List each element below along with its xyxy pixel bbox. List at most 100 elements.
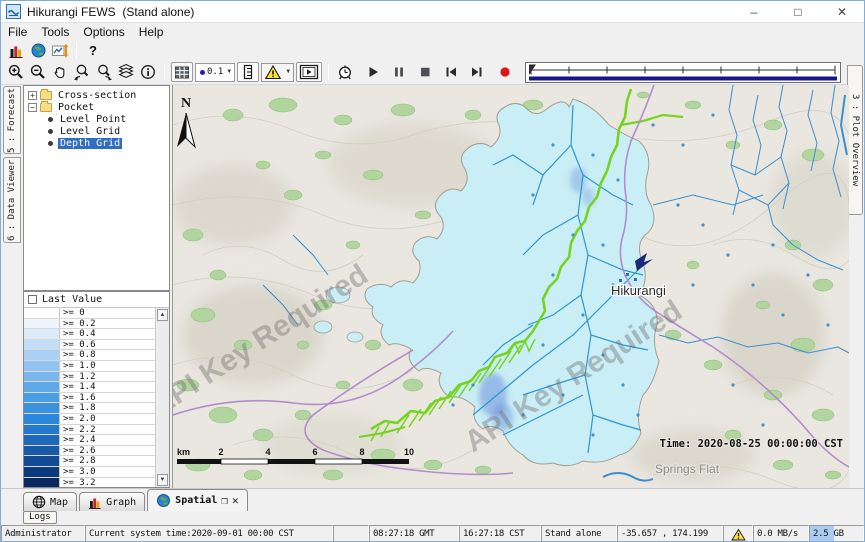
sidebar-tab-plot-overview[interactable]: 3 : Plot Overview (847, 65, 863, 215)
legend-swatch (24, 478, 60, 488)
legend-row[interactable]: >= 0 (24, 308, 156, 319)
legend-panel: Last Value >= 0 >= 0.2 (23, 291, 170, 488)
toolbar-separator (164, 64, 165, 80)
zoom-previous-button[interactable] (71, 62, 93, 82)
menu-item[interactable]: Tools (34, 24, 76, 40)
legend-scrollbar[interactable]: ▲ ▼ (155, 308, 169, 487)
svg-text:8: 8 (359, 447, 364, 457)
legend-row[interactable]: >= 0.4 (24, 329, 156, 340)
status-warning-cell[interactable] (723, 525, 753, 542)
minimize-button[interactable]: – (732, 1, 776, 22)
sidebar-tab-data-viewer[interactable]: 6 : Data Viewer (3, 157, 21, 243)
legend-row[interactable]: >= 1.0 (24, 361, 156, 372)
record-button[interactable] (494, 62, 516, 82)
legend-row-label: >= 3.2 (60, 478, 96, 488)
legend-swatch (24, 393, 60, 403)
legend-row[interactable]: >= 2.2 (24, 425, 156, 436)
map-container: API Key Required API Key Required Hikura… (172, 85, 848, 488)
grid-toggle-button[interactable] (171, 62, 193, 82)
legend-row[interactable]: >= 1.4 (24, 382, 156, 393)
legend-row[interactable]: >= 2.6 (24, 446, 156, 457)
legend-row[interactable]: >= 1.8 (24, 403, 156, 414)
legend-row-label: >= 2.8 (60, 456, 96, 466)
legend-row[interactable]: >= 2.4 (24, 435, 156, 446)
menu-item[interactable]: Help (132, 24, 171, 40)
thresholds-dropdown[interactable]: ▼ (261, 63, 294, 82)
legend-swatch (24, 435, 60, 445)
legend-row[interactable]: >= 2.0 (24, 414, 156, 425)
legend-row[interactable]: >= 3.0 (24, 467, 156, 478)
classbreak-dropdown[interactable]: 0.1 ▼ (195, 63, 235, 82)
zoom-in-button[interactable] (5, 62, 27, 82)
legend-row[interactable]: >= 2.8 (24, 456, 156, 467)
tab-spatial[interactable]: Spatial ❐ ✕ (147, 489, 247, 511)
expander-icon[interactable]: + (28, 91, 37, 100)
stop-icon (417, 64, 433, 80)
legend-swatch (24, 414, 60, 424)
legend-row[interactable]: >= 0.6 (24, 340, 156, 351)
scroll-up-icon[interactable]: ▲ (157, 309, 168, 321)
zoom-next-button[interactable] (93, 62, 115, 82)
logs-button[interactable]: Logs (23, 511, 57, 524)
scroll-down-icon[interactable]: ▼ (157, 474, 168, 486)
tree-row[interactable]: Level Point (24, 113, 169, 125)
tab-close-icon[interactable]: ✕ (232, 494, 239, 507)
zoom-out-button[interactable] (27, 62, 49, 82)
map-display-button[interactable] (27, 41, 49, 61)
clock-icon (336, 63, 354, 81)
chevron-down-icon: ▼ (285, 69, 291, 75)
timeseries-display-button[interactable] (49, 41, 71, 61)
legend-row[interactable]: >= 0.8 (24, 350, 156, 361)
layers-button[interactable] (115, 62, 137, 82)
legend-row-label: >= 1.4 (60, 382, 96, 392)
legend-row[interactable]: >= 1.2 (24, 372, 156, 383)
maximize-button[interactable]: □ (776, 1, 820, 22)
folder-icon (40, 91, 52, 100)
help-button[interactable]: ? (82, 41, 104, 61)
zoom-previous-icon (73, 63, 91, 81)
menu-item[interactable]: Options (76, 24, 131, 40)
play-button[interactable] (362, 62, 384, 82)
expander-icon[interactable]: − (28, 103, 37, 112)
tab-graph[interactable]: Graph (79, 492, 145, 511)
step-forward-button[interactable] (466, 62, 488, 82)
legend-row[interactable]: >= 1.6 (24, 393, 156, 404)
label-toggle-button[interactable] (237, 62, 259, 82)
svg-text:4: 4 (265, 447, 270, 457)
play-window-icon (299, 64, 319, 80)
info-button[interactable] (137, 62, 159, 82)
timeline-track (526, 63, 840, 82)
tab-maximize-icon[interactable]: ❐ (221, 494, 228, 507)
timeline-slider[interactable] (525, 62, 841, 83)
map-canvas[interactable]: API Key Required API Key Required Hikura… (173, 85, 849, 488)
stop-button[interactable] (414, 62, 436, 82)
tree-row[interactable]: + Cross-section (24, 89, 169, 101)
legend-row[interactable]: >= 3.2 (24, 478, 156, 488)
pan-button[interactable] (49, 62, 71, 82)
explorer-button[interactable] (5, 41, 27, 61)
titlebar: Hikurangi FEWS (Stand alone) – □ ✕ (1, 1, 864, 23)
time-control-button[interactable] (334, 62, 356, 82)
classbreak-value: 0.1 (207, 67, 223, 77)
last-value-checkbox[interactable] (28, 295, 37, 304)
close-button[interactable]: ✕ (820, 1, 864, 22)
legend-row-label: >= 2.0 (60, 414, 96, 424)
legend-swatch (24, 319, 60, 329)
tree-row[interactable]: − Pocket (24, 101, 169, 113)
pause-button[interactable] (388, 62, 410, 82)
animation-window-button[interactable] (296, 62, 322, 82)
tree-row[interactable]: Depth Grid (24, 137, 169, 149)
step-back-button[interactable] (440, 62, 462, 82)
pause-icon (391, 64, 407, 80)
legend-row[interactable]: >= 0.2 (24, 319, 156, 330)
tree-row[interactable]: Level Grid (24, 125, 169, 137)
menu-item[interactable]: File (1, 24, 34, 40)
status-memory: 2.5 GB (809, 525, 864, 542)
left-panel: + Cross-section − Pocket Level Point Lev… (23, 85, 170, 488)
tab-map[interactable]: Map (23, 492, 77, 511)
chevron-down-icon: ▼ (226, 69, 232, 75)
layers-icon (117, 63, 135, 81)
warning-icon (264, 64, 282, 80)
sidebar-tab-forecast[interactable]: 5 : Forecast (3, 86, 21, 154)
status-mode: Stand alone (541, 525, 617, 542)
